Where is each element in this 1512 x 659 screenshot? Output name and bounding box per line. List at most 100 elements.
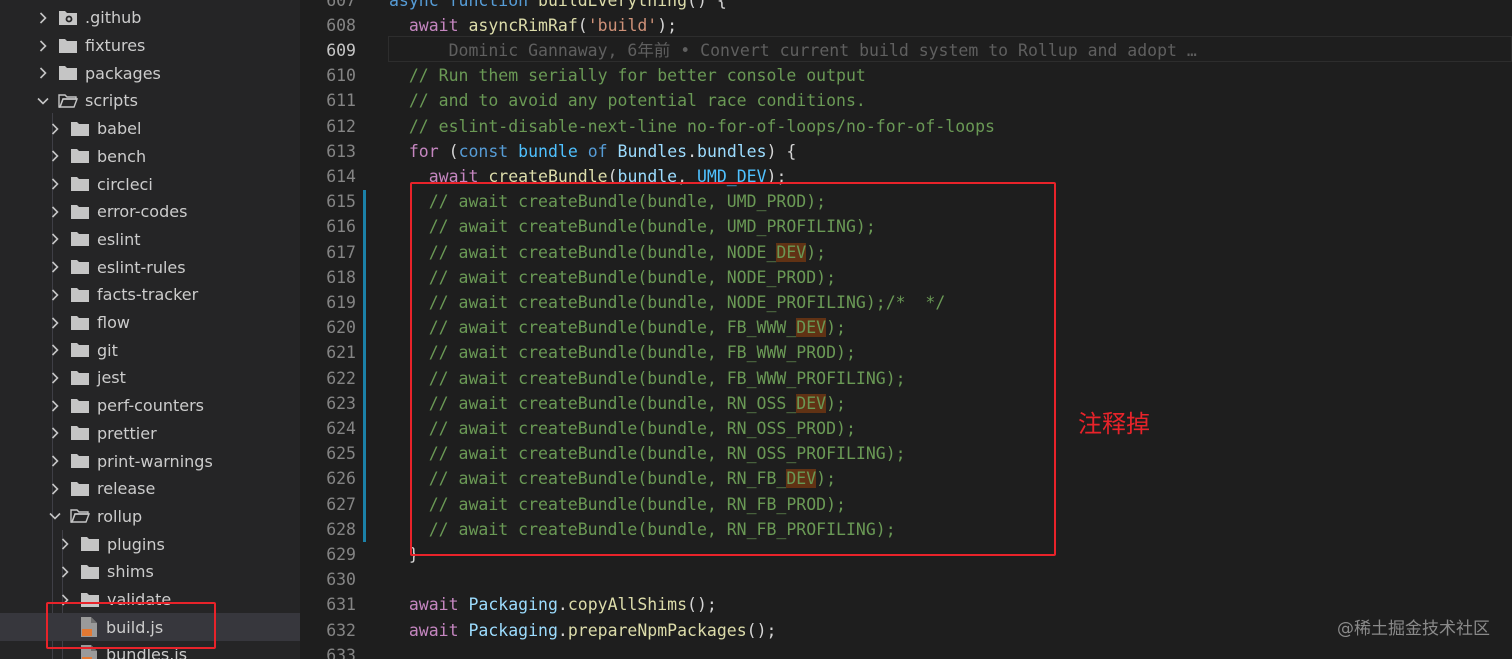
explorer-item-flow[interactable]: flow	[0, 309, 300, 337]
line-number: 626	[326, 469, 356, 489]
explorer-item-perf-counters[interactable]: perf-counters	[0, 392, 300, 420]
code-line-633[interactable]: 633	[300, 643, 1512, 659]
chevron-right-icon[interactable]	[36, 11, 50, 25]
folder-icon	[70, 481, 90, 497]
explorer-item-error-codes[interactable]: error-codes	[0, 198, 300, 226]
line-number: 611	[326, 91, 356, 111]
code-line-609[interactable]: 609 Dominic Gannaway, 6年前 • Convert curr…	[300, 38, 1512, 63]
chevron-right-icon[interactable]	[48, 426, 62, 440]
chevron-right-icon[interactable]	[48, 232, 62, 246]
chevron-right-icon[interactable]	[48, 371, 62, 385]
code-line-608[interactable]: 608 await asyncRimRaf('build');	[300, 13, 1512, 38]
folder-icon	[70, 259, 90, 275]
explorer-item-label: jest	[97, 368, 126, 388]
explorer-item-rollup[interactable]: rollup	[0, 503, 300, 531]
explorer-item-plugins[interactable]: plugins	[0, 530, 300, 558]
folder-icon	[70, 425, 90, 441]
explorer-item-label: facts-tracker	[97, 285, 199, 305]
watermark: @稀土掘金技术社区	[1337, 619, 1490, 639]
explorer-item-label: release	[97, 479, 156, 499]
folder-open-icon	[70, 508, 91, 524]
line-number: 625	[326, 444, 356, 464]
line-number: 618	[326, 267, 356, 287]
explorer-item-label: scripts	[85, 91, 138, 111]
explorer-item-prettier[interactable]: prettier	[0, 420, 300, 448]
explorer-item-scripts[interactable]: scripts	[0, 87, 300, 115]
explorer-item-label: rollup	[97, 506, 143, 526]
chevron-right-icon[interactable]	[58, 565, 72, 579]
line-number: 613	[326, 141, 356, 161]
explorer-item-babel[interactable]: babel	[0, 115, 300, 143]
explorer-item-git[interactable]: git	[0, 336, 300, 364]
code-line-630[interactable]: 630	[300, 567, 1512, 592]
chevron-right-icon[interactable]	[48, 149, 62, 163]
line-number: 633	[326, 645, 356, 659]
folder-icon	[70, 204, 90, 220]
chevron-right-icon[interactable]	[36, 39, 50, 53]
code-line-610[interactable]: 610 // Run them serially for better cons…	[300, 63, 1512, 88]
explorer-item-label: print-warnings	[97, 451, 213, 471]
chevron-right-icon[interactable]	[48, 399, 62, 413]
chevron-right-icon[interactable]	[48, 122, 62, 136]
line-number: 620	[326, 318, 356, 338]
code-text: async function buildEverything() {	[389, 0, 727, 10]
chevron-right-icon[interactable]	[48, 343, 62, 357]
explorer-item-label: flow	[97, 313, 130, 333]
code-line-612[interactable]: 612 // eslint-disable-next-line no-for-o…	[300, 114, 1512, 139]
folder-icon	[70, 370, 90, 386]
explorer-item-shims[interactable]: shims	[0, 558, 300, 586]
chevron-right-icon[interactable]	[48, 454, 62, 468]
explorer-item-print-warnings[interactable]: print-warnings	[0, 447, 300, 475]
chevron-right-icon[interactable]	[48, 205, 62, 219]
folder-icon	[70, 148, 90, 164]
code-text: // and to avoid any potential race condi…	[389, 91, 866, 111]
explorer-item-facts-tracker[interactable]: facts-tracker	[0, 281, 300, 309]
explorer-item-packages[interactable]: packages	[0, 59, 300, 87]
code-line-613[interactable]: 613 for (const bundle of Bundles.bundles…	[300, 139, 1512, 164]
line-number: 614	[326, 166, 356, 186]
chevron-down-icon[interactable]	[36, 94, 50, 108]
explorer-item-bench[interactable]: bench	[0, 143, 300, 171]
explorer-item-label: prettier	[97, 423, 157, 443]
line-number: 631	[326, 595, 356, 615]
code-line-611[interactable]: 611 // and to avoid any potential race c…	[300, 88, 1512, 113]
annotation-box-commented-lines	[410, 182, 1056, 556]
code-line-631[interactable]: 631 await Packaging.copyAllShims();	[300, 592, 1512, 617]
code-line-632[interactable]: 632 await Packaging.prepareNpmPackages()…	[300, 618, 1512, 643]
chevron-right-icon[interactable]	[48, 288, 62, 302]
line-number: 607	[326, 0, 356, 10]
chevron-right-icon[interactable]	[58, 537, 72, 551]
chevron-down-icon[interactable]	[48, 509, 62, 523]
folder-icon	[70, 315, 90, 331]
explorer-item-label: eslint	[97, 229, 141, 249]
code-text: for (const bundle of Bundles.bundles) {	[408, 141, 797, 161]
chevron-right-icon[interactable]	[48, 482, 62, 496]
git-blame-annotation: Dominic Gannaway, 6年前 • Convert current …	[389, 40, 1197, 60]
chevron-right-icon[interactable]	[36, 66, 50, 80]
explorer-item-release[interactable]: release	[0, 475, 300, 503]
github-folder-icon	[58, 10, 78, 26]
folder-icon	[70, 287, 90, 303]
annotation-label: 注释掉	[1078, 410, 1150, 438]
chevron-right-icon[interactable]	[48, 177, 62, 191]
explorer-item-eslint-rules[interactable]: eslint-rules	[0, 253, 300, 281]
explorer-item-github[interactable]: .github	[0, 4, 300, 32]
explorer-item-label: git	[97, 340, 118, 360]
folder-icon	[70, 176, 90, 192]
line-number: 609	[326, 40, 356, 60]
code-line-607[interactable]: 607 async function buildEverything() {	[300, 0, 1512, 13]
line-number: 623	[326, 393, 356, 413]
explorer-item-label: shims	[107, 562, 154, 582]
explorer-item-label: babel	[97, 119, 142, 139]
explorer-item-circleci[interactable]: circleci	[0, 170, 300, 198]
chevron-right-icon[interactable]	[48, 260, 62, 274]
line-number: 612	[326, 116, 356, 136]
explorer-item-fixtures[interactable]: fixtures	[0, 32, 300, 60]
chevron-right-icon[interactable]	[48, 316, 62, 330]
explorer-item-jest[interactable]: jest	[0, 364, 300, 392]
explorer-item-label: error-codes	[97, 202, 188, 222]
line-number: 616	[326, 217, 356, 237]
line-number: 617	[326, 242, 356, 262]
explorer-item-eslint[interactable]: eslint	[0, 226, 300, 254]
explorer-item-label: plugins	[107, 534, 165, 554]
